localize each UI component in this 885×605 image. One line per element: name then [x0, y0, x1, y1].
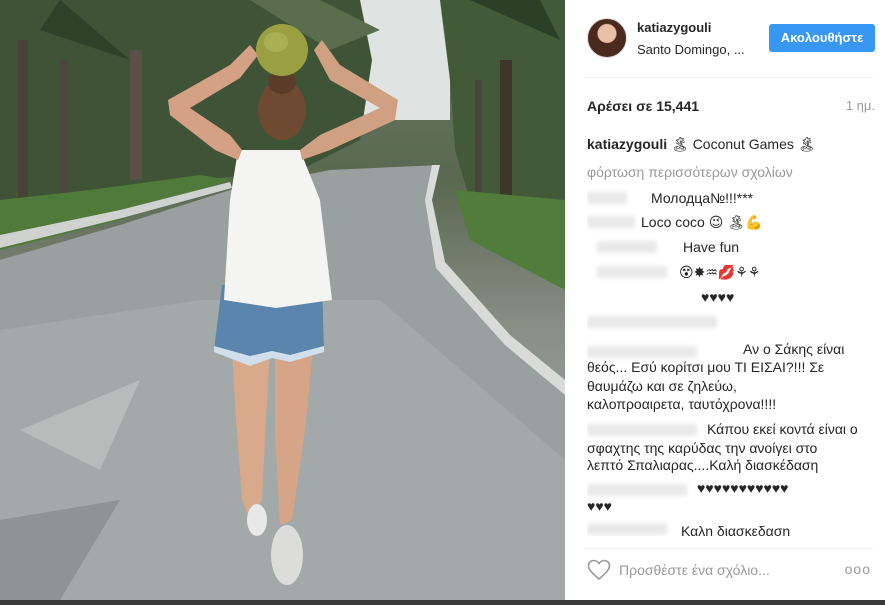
comment-7-line-1: Κάπου εκεί κοντά είναι ο — [707, 421, 858, 437]
likes-count[interactable]: Αρέσει σε 15,441 — [587, 98, 699, 114]
post-username[interactable]: katiazygouli — [637, 20, 711, 35]
avatar[interactable] — [587, 18, 627, 58]
bottom-bar — [0, 600, 885, 605]
likes-row: Αρέσει σε 15,441 1 ημ. — [587, 98, 875, 118]
comment-8: ♥♥♥♥♥♥♥♥♥♥♥ — [697, 480, 789, 496]
load-more-comments-link[interactable]: φόρτωση περισσότερων σχολίων — [587, 164, 793, 180]
comment-4: 😵✸♒💋⚘⚘ — [679, 264, 761, 280]
blurred-username — [587, 316, 717, 328]
blurred-username — [597, 241, 657, 253]
blurred-username — [587, 346, 697, 358]
post-photo[interactable] — [0, 0, 565, 600]
heart-icon[interactable] — [587, 559, 611, 586]
caption: katiazygouli 🏝 Coconut Games 🏝 — [587, 136, 875, 153]
blurred-username — [587, 192, 627, 204]
comment-3: Have fun — [683, 239, 740, 255]
follow-button[interactable]: Ακολουθήστε — [769, 24, 875, 52]
blurred-username — [587, 424, 697, 436]
comment-6-line-4: καλοπροαιρετα, ταυτόχρονα!!!! — [587, 396, 777, 412]
comment-9: ♥♥♥ — [587, 498, 612, 514]
comment-7-line-2: σφαχτης της καρύδας την ανοίγει στο — [587, 440, 818, 456]
comment-2: Loco coco 😉 🏝💪 — [641, 214, 763, 230]
add-comment-bar: ooo — [585, 548, 873, 588]
blurred-username — [597, 266, 667, 278]
post-header: katiazygouli Santo Domingo, ... Ακολουθή… — [585, 14, 875, 78]
comment-5: ♥♥♥♥ — [701, 289, 735, 305]
comment-input[interactable] — [619, 559, 829, 581]
comment-6-line-3: θαυμάζω και σε ζηλεύω, — [587, 378, 737, 394]
caption-text: 🏝 Coconut Games 🏝 — [671, 136, 816, 152]
post-time[interactable]: 1 ημ. — [846, 98, 875, 113]
blurred-username — [587, 216, 635, 228]
comment-6-line-2: θεός... Εσύ κορίτσι μου ΤΙ ΕΙΣΑΙ?!!! Σε — [587, 359, 825, 375]
blurred-username — [587, 484, 687, 496]
comments-list: Молодца№!!!*** Loco coco 😉 🏝💪 Have fun 😵… — [587, 188, 862, 536]
comment-7-line-3: λεπτό Σπαλιαρας....Καλή διασκέδαση — [587, 457, 819, 473]
comment-10: Καλη διασκεδαση — [681, 523, 791, 536]
photo-scene — [0, 0, 565, 600]
caption-username[interactable]: katiazygouli — [587, 136, 667, 152]
blurred-username — [587, 523, 667, 535]
post-sidebar: katiazygouli Santo Domingo, ... Ακολουθή… — [565, 0, 885, 600]
more-options-icon[interactable]: ooo — [845, 561, 871, 577]
comment-6-line-1: Αν ο Σάκης είναι — [743, 341, 845, 357]
comment-1: Молодца№!!!*** — [651, 190, 754, 206]
post-location[interactable]: Santo Domingo, ... — [637, 42, 745, 57]
